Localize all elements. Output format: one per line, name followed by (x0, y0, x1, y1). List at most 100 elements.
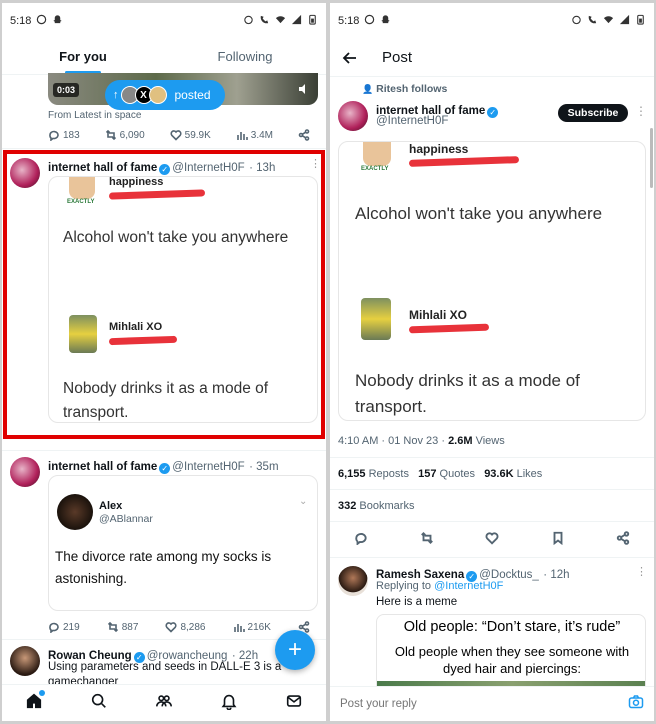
scrollbar-thumb[interactable] (650, 128, 653, 188)
camera-icon[interactable] (628, 694, 644, 715)
views-label: Views (475, 435, 505, 447)
author-avatar[interactable] (10, 457, 40, 487)
post-actions (354, 531, 630, 545)
views-count: 3.4M (250, 129, 273, 141)
new-posts-pill[interactable]: ↑ X posted (105, 80, 225, 110)
author-avatar[interactable] (338, 101, 368, 131)
wifi-icon (603, 14, 614, 28)
engagement-stats: 6,155 Reposts 157 Quotes 93.6K Likes (338, 468, 542, 480)
post-2[interactable]: internet hall of fame ✓ @InternetH0F · 35m… (2, 451, 326, 639)
post-text: Using parameters and seeds in DALL-E 3 i… (48, 661, 282, 684)
tab-for-you[interactable]: For you (2, 39, 164, 74)
status-bar: 5:18 (330, 3, 654, 39)
redacted-handle (408, 156, 520, 167)
status-time: 5:18 (338, 15, 360, 27)
reposts-stat[interactable]: 6,155 Reposts (338, 468, 409, 480)
reply-count: 219 (63, 621, 80, 633)
like-button[interactable]: 59.9K (170, 129, 211, 141)
like-count: 59.9K (184, 129, 211, 141)
tab-following[interactable]: Following (164, 39, 326, 74)
reply-bar (330, 686, 654, 721)
repost-button[interactable]: 6,090 (105, 129, 145, 141)
bookmark-button[interactable] (551, 531, 565, 545)
bottom-nav (2, 684, 326, 721)
battery-icon (635, 14, 646, 28)
likes-count: 93.6K (484, 468, 514, 480)
reply-input[interactable] (340, 698, 580, 710)
snapchat-icon (380, 14, 391, 28)
views-button[interactable]: 216K (233, 621, 271, 633)
views-count: 2.6M (448, 435, 473, 447)
repost-icon (420, 532, 433, 544)
more-options-icon[interactable]: ⋮ (635, 104, 647, 118)
replying-to: Replying to @InternetH0F (376, 580, 503, 592)
reply-button[interactable]: 219 (48, 621, 80, 633)
call-icon (259, 14, 270, 28)
exactly-tag: EXACTLY (361, 166, 389, 172)
top-post-actions: 183 6,090 59.9K 3.4M (48, 129, 310, 141)
quoted-post[interactable]: Alex @ABlannar ⌄ The divorce rate among … (48, 475, 318, 611)
repost-button[interactable] (420, 531, 434, 545)
share-button[interactable] (298, 129, 310, 141)
timeline-tabs: For you Following (2, 39, 326, 75)
post-timestamp: 4:10 AM · 01 Nov 23 · (338, 435, 445, 447)
alarm-icon (243, 14, 254, 28)
plus-icon: + (287, 636, 302, 663)
likes-stat[interactable]: 93.6K Likes (484, 468, 542, 480)
chevron-down-icon[interactable]: ⌄ (299, 496, 307, 507)
heart-icon (165, 622, 177, 633)
subscribe-button[interactable]: Subscribe (558, 104, 628, 122)
quote-author-avatar (57, 494, 93, 530)
reposts-count: 6,155 (338, 468, 366, 480)
share-button[interactable] (616, 531, 630, 545)
reply-post[interactable]: Ramesh Saxena ✓ @Docktus_ · 12h ⋮ Replying… (330, 558, 654, 686)
search-icon[interactable] (90, 692, 108, 715)
likes-label: Likes (516, 468, 543, 480)
quotes-label: Quotes (439, 468, 476, 480)
reply-icon (49, 130, 59, 141)
like-button[interactable] (485, 531, 499, 545)
redacted-handle (408, 323, 490, 334)
quote-author-name: Alex (99, 500, 123, 512)
arrow-up-icon: ↑ (113, 89, 119, 101)
messages-icon[interactable] (285, 692, 303, 715)
home-icon[interactable] (25, 689, 46, 715)
social-context: 👤 Ritesh follows (362, 83, 447, 95)
reply-icon (49, 622, 59, 633)
reply-author-avatar[interactable] (338, 566, 368, 596)
post-1[interactable]: internet hall of fame ✓ @InternetH0F · 13h… (2, 150, 326, 440)
author-avatar[interactable] (10, 646, 40, 676)
image-reply-name: Mihlali XO (409, 308, 468, 322)
reply-count: 183 (63, 129, 80, 141)
repost-button[interactable]: 887 (107, 621, 138, 633)
meme-image[interactable]: Old people: “Don’t stare, it’s rude” Old… (376, 614, 646, 686)
post-meta: 4:10 AM · 01 Nov 23 · 2.6M Views (338, 435, 505, 447)
bookmarks-stat[interactable]: 332 Bookmarks (338, 500, 414, 512)
compose-fab[interactable]: + (275, 630, 315, 670)
author-name[interactable]: internet hall of fame (48, 461, 157, 473)
reply-button[interactable] (354, 531, 368, 545)
heart-icon (170, 130, 182, 141)
call-icon (587, 14, 598, 28)
notifications-icon[interactable] (220, 692, 238, 715)
back-arrow-icon[interactable] (342, 50, 358, 66)
quote-text: The divorce rate among my socks is aston… (55, 549, 272, 586)
quotes-stat[interactable]: 157 Quotes (418, 468, 475, 480)
posted-label: posted (174, 88, 211, 102)
quotes-count: 157 (418, 468, 437, 480)
post-image[interactable]: EXACTLY happiness Alcohol won't take you… (338, 141, 646, 421)
communities-icon[interactable] (155, 692, 173, 715)
signal-icon (619, 14, 630, 28)
volume-icon[interactable] (298, 82, 310, 100)
verified-icon: ✓ (159, 463, 171, 474)
image-quote-2: Nobody drinks it as a mode of transport. (355, 371, 580, 416)
views-button[interactable]: 3.4M (236, 129, 273, 141)
views-icon (233, 624, 245, 632)
replying-to-handle[interactable]: @InternetH0F (434, 580, 503, 592)
reply-button[interactable]: 183 (48, 129, 80, 141)
like-button[interactable]: 8,286 (165, 621, 206, 633)
signal-icon (291, 14, 302, 28)
video-duration: 0:03 (53, 83, 80, 97)
more-options-icon[interactable]: ⋮ (636, 565, 647, 578)
reply-avatar (361, 298, 391, 340)
